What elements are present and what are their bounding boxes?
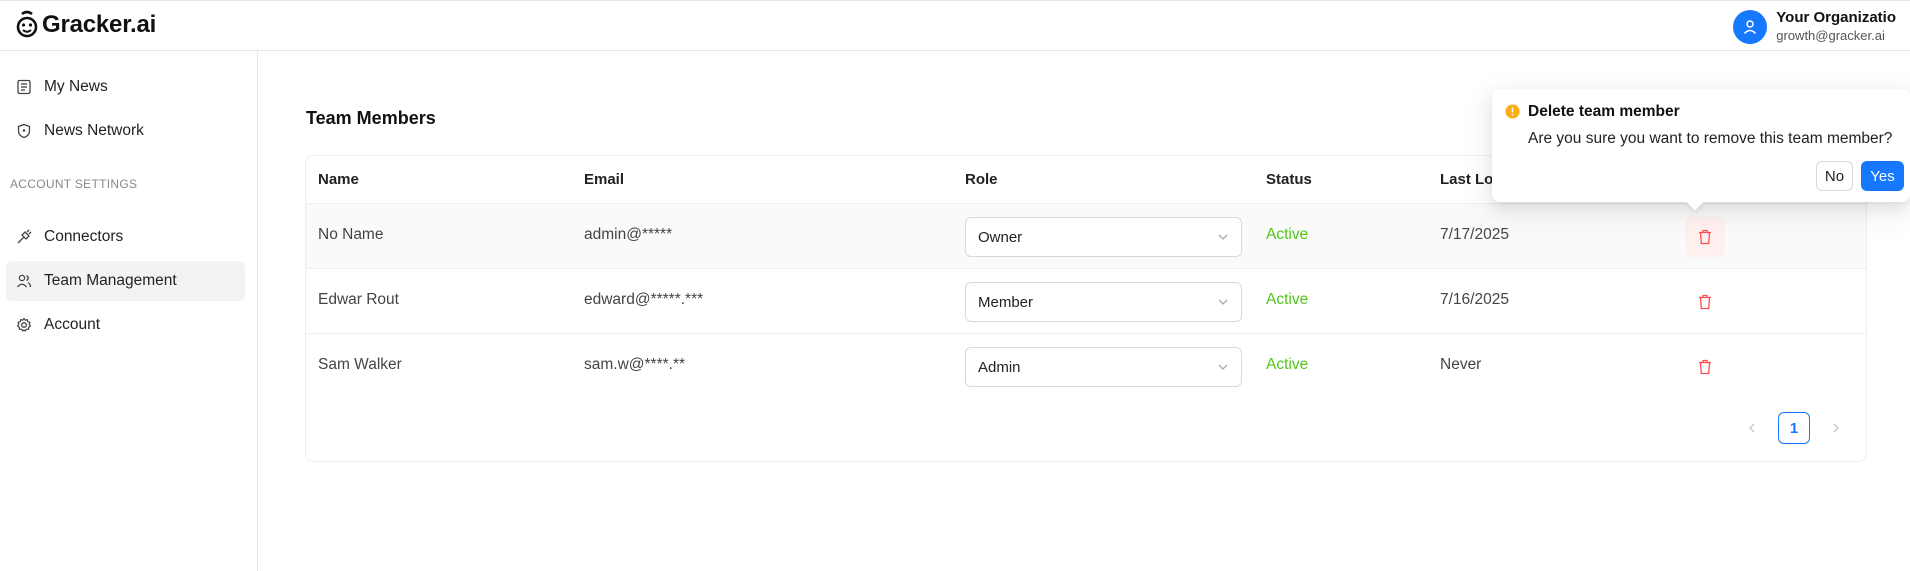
member-email: edward@*****.*** — [584, 291, 704, 308]
sidebar-item-account[interactable]: Account — [6, 305, 245, 345]
delete-button[interactable] — [1685, 347, 1725, 387]
users-icon — [16, 274, 32, 288]
table-row: No Name admin@***** Owner Active 7/17/20… — [306, 204, 1866, 269]
last-login: 7/17/2025 — [1440, 226, 1509, 243]
role-select[interactable]: Owner — [965, 217, 1242, 257]
pagination: 1 — [1740, 412, 1848, 444]
avatar[interactable] — [1733, 10, 1768, 44]
member-name: No Name — [318, 226, 384, 243]
confirm-delete-button[interactable]: Yes — [1861, 161, 1904, 191]
trash-icon — [1699, 229, 1711, 245]
newspaper-icon — [17, 79, 31, 95]
sidebar-item-team-management[interactable]: Team Management — [6, 261, 245, 301]
page-number-button[interactable]: 1 — [1778, 412, 1810, 444]
member-name: Edwar Rout — [318, 291, 399, 308]
chevron-down-icon — [1218, 299, 1228, 305]
member-name: Sam Walker — [318, 356, 402, 373]
sidebar-item-label: Account — [44, 316, 101, 333]
role-select[interactable]: Member — [965, 282, 1242, 322]
trash-icon — [1699, 359, 1711, 375]
section-label-account-settings: ACCOUNT SETTINGS — [10, 177, 138, 191]
table-row: Edwar Rout edward@*****.*** Member Activ… — [306, 269, 1866, 334]
trash-icon — [1699, 294, 1711, 310]
sidebar-item-label: Team Management — [44, 272, 177, 289]
user-icon — [1744, 20, 1757, 35]
popover-description: Are you sure you want to remove this tea… — [1528, 130, 1893, 147]
column-header-email[interactable]: Email — [584, 171, 624, 188]
popover-title: Delete team member — [1528, 103, 1680, 120]
shield-icon — [17, 123, 31, 139]
sidebar-item-news-network[interactable]: News Network — [6, 111, 245, 151]
sidebar-item-connectors[interactable]: Connectors — [6, 217, 245, 257]
role-select[interactable]: Admin — [965, 347, 1242, 387]
chevron-right-icon — [1833, 423, 1839, 433]
logo-text: Gracker.ai — [42, 11, 157, 38]
column-header-status[interactable]: Status — [1266, 171, 1312, 188]
organization-name: Your Organizatio — [1776, 9, 1896, 26]
last-login: 7/16/2025 — [1440, 291, 1509, 308]
sidebar-item-label: Connectors — [44, 228, 124, 245]
logo[interactable]: Gracker.ai — [16, 10, 156, 40]
chevron-down-icon — [1218, 234, 1228, 240]
delete-button[interactable] — [1685, 217, 1725, 257]
warning-icon — [1505, 104, 1520, 119]
top-header: Gracker.ai Your Organizatio growth@grack… — [0, 0, 1910, 51]
sidebar-item-my-news[interactable]: My News — [6, 67, 245, 107]
sidebar-item-label: News Network — [44, 122, 144, 139]
user-menu[interactable]: Your Organizatio growth@gracker.ai — [1733, 9, 1896, 45]
column-header-name[interactable]: Name — [318, 171, 359, 188]
logo-icon — [16, 10, 38, 38]
member-email: sam.w@****.** — [584, 356, 686, 373]
sidebar-item-label: My News — [44, 78, 108, 95]
role-select-value: Owner — [978, 228, 1023, 246]
role-select-value: Member — [978, 293, 1034, 311]
sidebar: My News News Network ACCOUNT SETTINGS Co… — [0, 51, 258, 571]
status-badge: Active — [1266, 356, 1309, 373]
prev-page-button[interactable] — [1740, 416, 1764, 440]
page-title: Team Members — [306, 108, 436, 128]
role-select-value: Admin — [978, 358, 1021, 376]
last-login: Never — [1440, 356, 1482, 373]
column-header-role[interactable]: Role — [965, 171, 998, 188]
next-page-button[interactable] — [1824, 416, 1848, 440]
column-header-last-login[interactable]: Last Lo — [1440, 171, 1493, 188]
delete-button[interactable] — [1685, 282, 1725, 322]
status-badge: Active — [1266, 291, 1309, 308]
chevron-down-icon — [1218, 364, 1228, 370]
cancel-button[interactable]: No — [1816, 161, 1853, 191]
table-row: Sam Walker sam.w@****.** Admin Active Ne… — [306, 334, 1866, 399]
chevron-left-icon — [1749, 423, 1755, 433]
member-email: admin@***** — [584, 226, 673, 243]
user-email: growth@gracker.ai — [1776, 28, 1885, 43]
delete-confirm-popover: Delete team member Are you sure you want… — [1492, 89, 1910, 211]
status-badge: Active — [1266, 226, 1309, 243]
gear-icon — [16, 317, 32, 332]
plug-icon — [17, 229, 32, 244]
